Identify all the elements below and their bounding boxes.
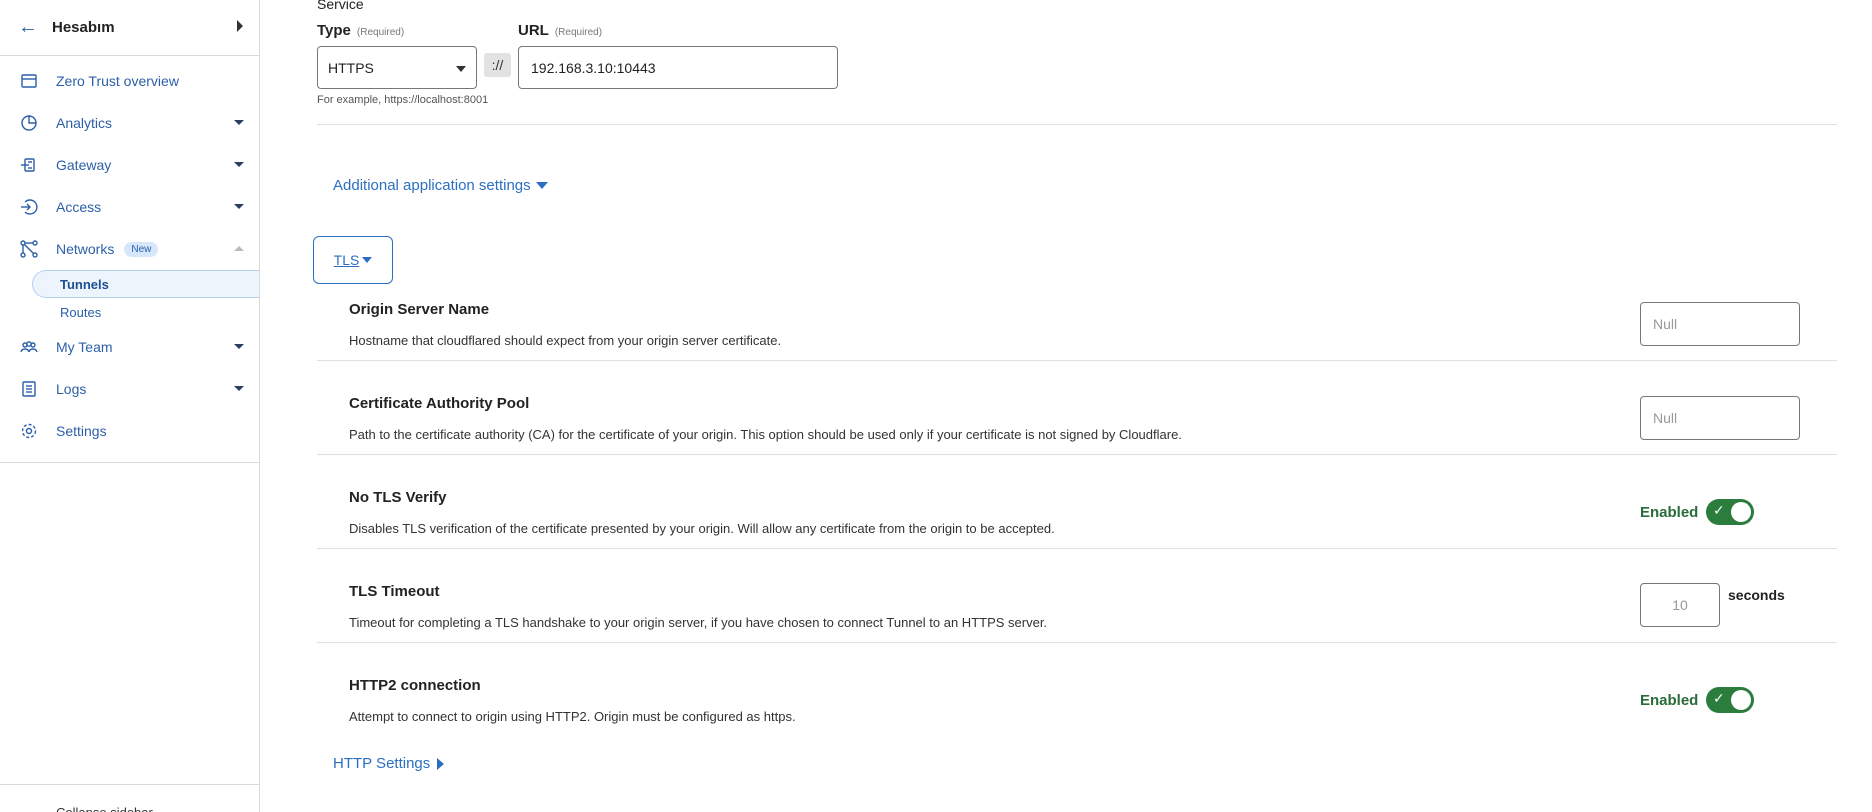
tls-timeout-unit: seconds xyxy=(1728,587,1785,603)
no-tls-verify-toggle[interactable]: ✓ xyxy=(1706,499,1754,525)
divider xyxy=(317,548,1837,549)
sidebar-subitem-routes[interactable]: Routes xyxy=(0,298,259,326)
ca-pool-title: Certificate Authority Pool xyxy=(349,395,530,412)
additional-settings-toggle[interactable]: Additional application settings xyxy=(333,177,548,194)
check-icon: ✓ xyxy=(1713,502,1725,518)
account-name: Hesabım xyxy=(52,19,115,36)
sidebar: ← Hesabım Zero Trust overview Analytics … xyxy=(0,0,260,812)
chevron-right-icon[interactable] xyxy=(237,20,243,32)
dropdown-arrow-icon xyxy=(456,66,466,72)
toggle-knob xyxy=(1731,502,1751,522)
sidebar-subitem-tunnels[interactable]: Tunnels xyxy=(32,270,259,298)
gateway-icon xyxy=(21,158,35,172)
new-badge: New xyxy=(124,241,159,257)
ca-pool-input[interactable] xyxy=(1640,396,1800,440)
sidebar-item-access[interactable]: Access xyxy=(0,186,259,228)
sidebar-item-label: My Team xyxy=(56,339,113,355)
protocol-separator: :// xyxy=(484,53,511,77)
url-hint: For example, https://localhost:8001 xyxy=(317,94,489,106)
sidebar-item-label: Access xyxy=(56,199,102,215)
type-label: Type (Required) xyxy=(317,22,405,39)
sidebar-item-label: Settings xyxy=(56,423,107,439)
collapse-sidebar[interactable]: Collapse sidebar xyxy=(0,784,259,812)
sidebar-item-settings[interactable]: Settings xyxy=(0,410,259,452)
chevron-down-icon[interactable] xyxy=(234,344,244,349)
sidebar-item-networks[interactable]: Networks New xyxy=(0,228,259,270)
service-url-input[interactable] xyxy=(518,46,838,89)
http2-status: Enabled xyxy=(1640,692,1699,709)
sidebar-item-zero-trust-overview[interactable]: Zero Trust overview xyxy=(0,60,259,102)
sidebar-item-label: Analytics xyxy=(56,115,113,131)
sidebar-item-label: Logs xyxy=(56,381,87,397)
tls-timeout-desc: Timeout for completing a TLS handshake t… xyxy=(349,615,1048,630)
service-type-value: HTTPS xyxy=(328,60,374,76)
url-required: (Required) xyxy=(554,27,603,38)
toggle-knob xyxy=(1731,690,1751,710)
sidebar-item-gateway[interactable]: Gateway xyxy=(0,144,259,186)
sidebar-item-label: Networks xyxy=(56,241,115,257)
chevron-down-icon[interactable] xyxy=(234,120,244,125)
no-tls-verify-title: No TLS Verify xyxy=(349,489,447,506)
gear-icon xyxy=(21,423,37,439)
ca-pool-desc: Path to the certificate authority (CA) f… xyxy=(349,427,1182,442)
main-content: Service Type (Required) URL (Required) HTT… xyxy=(292,0,1872,812)
tls-timeout-title: TLS Timeout xyxy=(349,583,440,600)
overview-icon xyxy=(21,74,37,88)
http-settings-toggle[interactable]: HTTP Settings xyxy=(333,755,445,772)
back-arrow-icon[interactable]: ← xyxy=(18,16,52,39)
type-required: (Required) xyxy=(356,27,405,38)
account-header[interactable]: ← Hesabım xyxy=(0,0,259,56)
http2-title: HTTP2 connection xyxy=(349,677,481,694)
access-icon xyxy=(21,199,38,215)
service-type-select[interactable]: HTTPS xyxy=(317,46,477,89)
service-section-label: Service xyxy=(317,0,364,12)
divider xyxy=(317,454,1837,455)
sidebar-item-my-team[interactable]: My Team xyxy=(0,326,259,368)
pie-chart-icon xyxy=(21,115,37,131)
url-label: URL (Required) xyxy=(518,22,603,39)
check-icon: ✓ xyxy=(1713,690,1725,706)
sidebar-item-label: Gateway xyxy=(56,157,112,173)
chevron-down-icon[interactable] xyxy=(234,386,244,391)
origin-server-name-title: Origin Server Name xyxy=(349,301,490,318)
chevron-up-icon[interactable] xyxy=(234,246,244,251)
caret-right-icon xyxy=(437,757,445,770)
logs-icon xyxy=(22,381,36,397)
caret-down-icon xyxy=(362,257,373,263)
additional-settings-label: Additional application settings xyxy=(333,177,531,194)
no-tls-verify-status: Enabled xyxy=(1640,504,1699,521)
sidebar-item-logs[interactable]: Logs xyxy=(0,368,259,410)
sidebar-item-analytics[interactable]: Analytics xyxy=(0,102,259,144)
chevron-down-icon[interactable] xyxy=(234,162,244,167)
tls-label: TLS xyxy=(333,252,360,268)
divider xyxy=(317,124,1837,125)
origin-server-name-input[interactable] xyxy=(1640,302,1800,346)
origin-server-name-desc: Hostname that cloudflared should expect … xyxy=(349,333,782,348)
team-icon xyxy=(20,341,38,353)
sidebar-item-label: Zero Trust overview xyxy=(56,73,179,89)
caret-down-icon xyxy=(535,182,548,189)
no-tls-verify-desc: Disables TLS verification of the certifi… xyxy=(349,521,1055,536)
http2-toggle[interactable]: ✓ xyxy=(1706,687,1754,713)
http2-desc: Attempt to connect to origin using HTTP2… xyxy=(349,709,796,724)
sidebar-nav: Zero Trust overview Analytics Gateway Ac… xyxy=(0,56,259,463)
http-settings-label: HTTP Settings xyxy=(333,755,431,772)
divider xyxy=(317,642,1837,643)
network-icon xyxy=(20,240,38,258)
divider xyxy=(317,360,1837,361)
tls-toggle-button[interactable]: TLS xyxy=(313,236,393,284)
chevron-down-icon[interactable] xyxy=(234,204,244,209)
tls-timeout-input[interactable] xyxy=(1640,583,1720,627)
